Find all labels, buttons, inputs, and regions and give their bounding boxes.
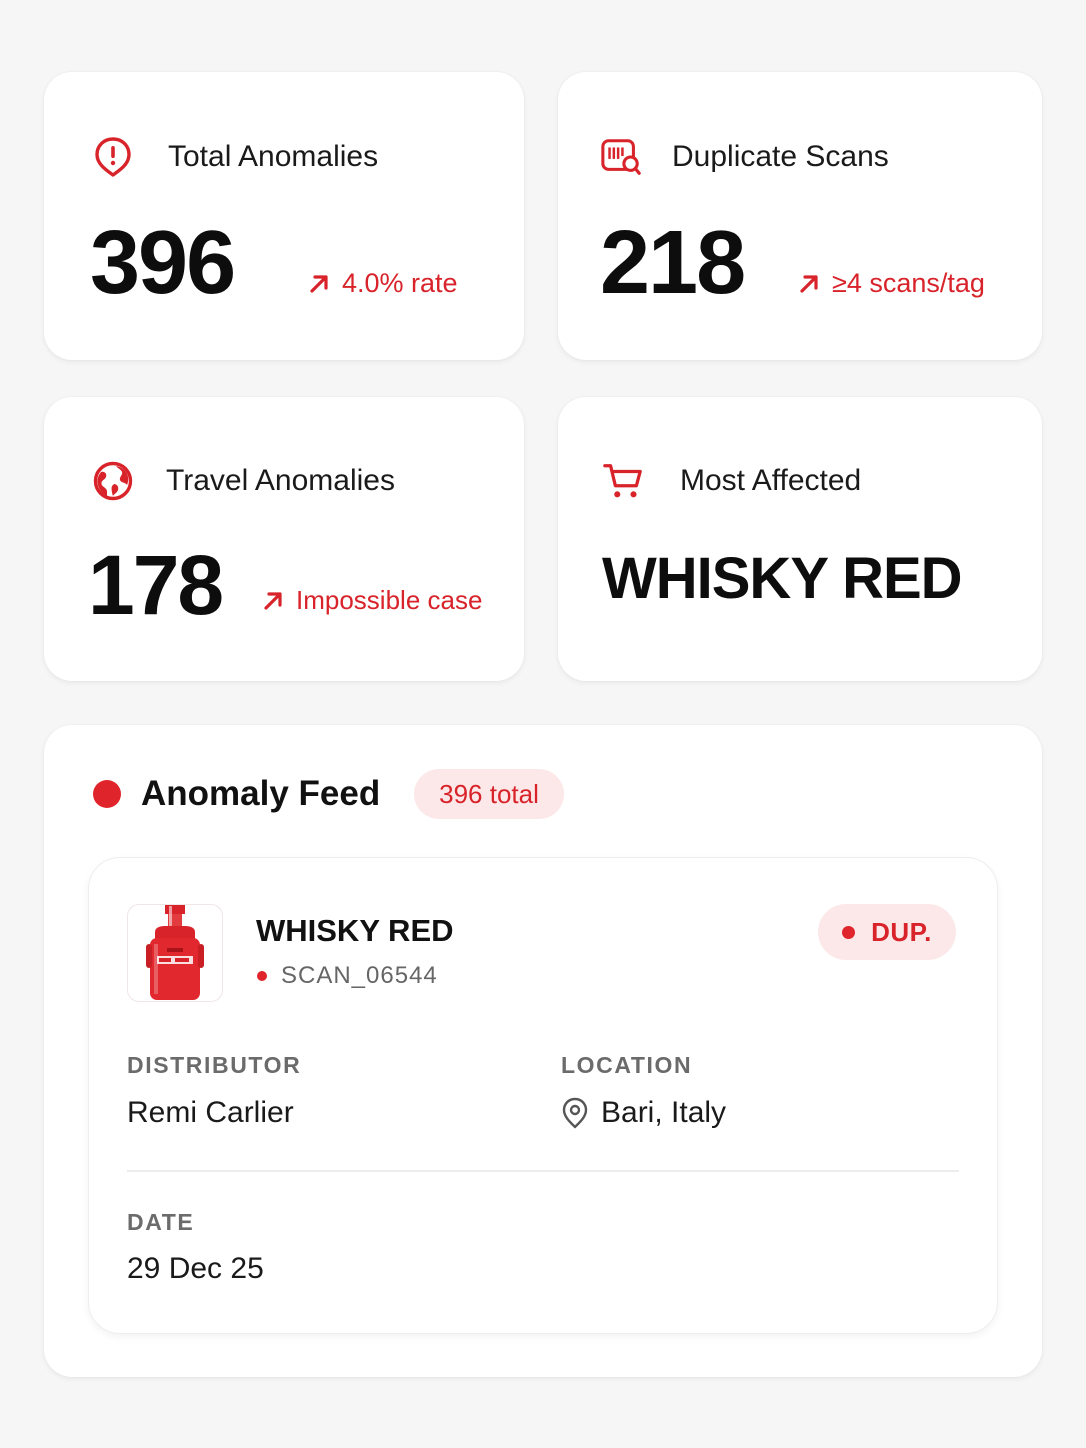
stat-title: Total Anomalies [168, 140, 379, 173]
location-row: Bari, Italy [561, 1096, 726, 1130]
feed-count-badge: 396 total [414, 769, 564, 819]
scan-dot-icon [257, 971, 267, 981]
trend-up-icon [310, 274, 328, 293]
product-thumbnail [127, 904, 223, 1002]
trend-up-icon [264, 591, 282, 610]
bottle-icon [146, 905, 204, 1000]
trend-up-icon [800, 274, 818, 293]
scan-id: SCAN_06544 [281, 962, 438, 989]
stat-card-travel-anomalies[interactable]: Travel Anomalies 178 Impossible case [44, 397, 524, 681]
distributor-label: DISTRIBUTOR [127, 1052, 302, 1078]
location-pin-icon [562, 1097, 588, 1129]
date-label: DATE [127, 1209, 195, 1235]
stat-trend: ≥4 scans/tag [798, 268, 985, 299]
location-label: LOCATION [561, 1052, 693, 1078]
feed-title: Anomaly Feed [141, 774, 381, 813]
status-text: DUP. [871, 916, 932, 947]
stat-card-duplicate-scans[interactable]: Duplicate Scans 218 ≥4 scans/tag [558, 72, 1042, 360]
distributor-value: Remi Carlier [127, 1096, 294, 1129]
status-dot-icon [842, 925, 856, 939]
stat-card-total-anomalies[interactable]: Total Anomalies 396 4.0% rate [44, 72, 524, 360]
scan-id-row: SCAN_06544 [257, 962, 438, 990]
stat-value-product: WHISKY RED [602, 546, 963, 611]
cart-icon [602, 460, 644, 502]
stat-value: 178 [88, 538, 224, 632]
status-badge: DUP. [818, 904, 956, 960]
stat-trend-text: ≥4 scans/tag [832, 268, 985, 298]
stat-value: 218 [600, 213, 746, 313]
anomaly-feed-panel: Anomaly Feed 396 total WHISKY RED SCAN_0… [44, 725, 1042, 1377]
stat-trend: Impossible case [262, 585, 482, 616]
live-dot-icon [93, 780, 121, 808]
stat-title: Duplicate Scans [672, 140, 889, 173]
divider [127, 1170, 959, 1172]
stat-trend-text: Impossible case [296, 585, 483, 615]
stat-trend-text: 4.0% rate [342, 268, 458, 298]
feed-count-text: 396 total [439, 778, 539, 809]
stat-title: Most Affected [680, 464, 862, 497]
location-value: Bari, Italy [601, 1096, 727, 1129]
stat-card-most-affected[interactable]: Most Affected WHISKY RED [558, 397, 1042, 681]
barcode-search-icon [600, 136, 642, 178]
stat-title: Travel Anomalies [166, 464, 395, 497]
stat-trend: 4.0% rate [308, 268, 458, 299]
stat-value: 396 [90, 213, 236, 313]
alert-pin-icon [92, 136, 134, 178]
globe-icon [92, 460, 134, 502]
product-name: WHISKY RED [256, 913, 454, 948]
date-value: 29 Dec 25 [127, 1252, 264, 1285]
anomaly-item-card[interactable]: WHISKY RED SCAN_06544 DUP. DISTRIBUTOR R… [88, 857, 998, 1334]
